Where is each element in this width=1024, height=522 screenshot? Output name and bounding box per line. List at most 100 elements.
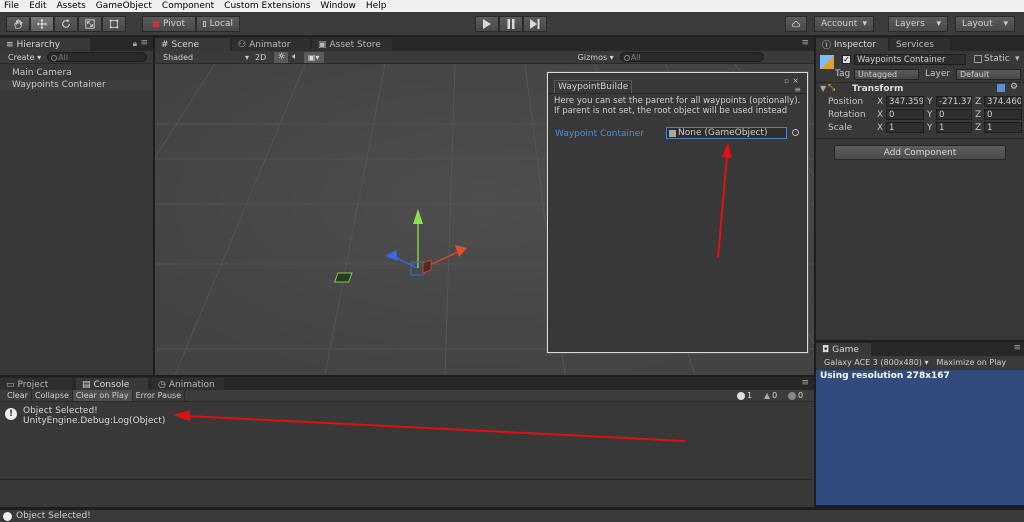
menu-icon[interactable]: ≡ — [140, 38, 148, 48]
menu-icon[interactable]: ≡ — [801, 38, 809, 48]
maximize-on-play-toggle[interactable]: Maximize on Play — [936, 358, 1006, 367]
local-toggle[interactable]: Local — [196, 16, 240, 32]
scale-y-value: 1 — [939, 122, 945, 133]
2d-toggle[interactable]: 2D — [255, 53, 266, 62]
gear-icon[interactable]: ⚙ — [1010, 82, 1018, 92]
info-count-toggle[interactable]: 1 — [737, 391, 752, 400]
static-label: Static — [984, 54, 1010, 64]
waypoint-tab-divider — [548, 93, 807, 94]
status-message[interactable]: Object Selected! — [16, 511, 91, 521]
tab-inspector[interactable]: ⓘ Inspector — [816, 38, 888, 51]
rotate-tool-button[interactable] — [54, 16, 78, 32]
menu-icon[interactable]: ≡ — [1013, 343, 1021, 353]
clear-button[interactable]: Clear — [0, 390, 32, 401]
axis-x-label: X — [877, 97, 884, 107]
object-name-input[interactable]: Waypoints Container — [854, 54, 966, 65]
waypoint-builder-title: WaypointBuilde — [558, 82, 629, 92]
tab-scene[interactable]: # Scene — [155, 38, 230, 51]
menu-file[interactable]: File — [4, 1, 19, 11]
pause-button[interactable] — [499, 16, 523, 32]
effects-dropdown[interactable]: ▣▾ — [303, 51, 324, 63]
rect-tool-button[interactable] — [102, 16, 126, 32]
play-button[interactable] — [475, 16, 499, 32]
active-checkbox[interactable]: ✓ — [842, 55, 851, 64]
tab-animator[interactable]: ⚇ Animator — [232, 38, 310, 51]
tab-services[interactable]: Services — [890, 38, 950, 51]
warning-count-toggle[interactable]: ▲ 0 — [764, 391, 777, 400]
error-pause-button[interactable]: Error Pause — [133, 390, 186, 401]
error-count-toggle[interactable]: 0 — [788, 391, 803, 400]
tab-hierarchy[interactable]: ≡ Hierarchy — [0, 38, 90, 51]
menu-assets[interactable]: Assets — [57, 1, 86, 11]
rotation-x-input[interactable]: 0 — [886, 109, 924, 120]
object-picker-icon[interactable] — [792, 129, 799, 136]
menu-help[interactable]: Help — [366, 1, 387, 11]
layer-value: Default — [960, 70, 990, 79]
menu-gameobject[interactable]: GameObject — [96, 1, 152, 11]
position-x-input[interactable]: 347.359 — [886, 96, 924, 107]
layout-dropdown-group: Layout ▾ — [955, 16, 1015, 32]
info-count: 1 — [747, 391, 753, 400]
collapse-button[interactable]: Collapse — [32, 390, 73, 401]
menu-component[interactable]: Component — [162, 1, 214, 11]
menu-icon[interactable]: ≡ — [801, 378, 809, 388]
pivot-toggle[interactable]: Pivot — [142, 16, 196, 32]
rotation-y-input[interactable]: 0 — [936, 109, 972, 120]
console-log-entry[interactable]: ! Object Selected! UnityEngine.Debug:Log… — [0, 404, 814, 428]
help-book-icon[interactable] — [997, 84, 1005, 92]
inspector-tabbar: ⓘ Inspector Services — [816, 37, 1024, 51]
game-view[interactable]: Using resolution 278x167 — [816, 370, 1024, 505]
hierarchy-search-input[interactable]: All — [47, 52, 148, 62]
gizmos-dropdown[interactable]: Gizmos ▾ — [578, 53, 614, 62]
clear-on-play-button[interactable]: Clear on Play — [72, 390, 133, 401]
close-icon[interactable]: × — [792, 76, 799, 85]
layer-dropdown[interactable]: Default — [956, 69, 1021, 80]
rotation-z-input[interactable]: 0 — [984, 109, 1022, 120]
warning-count: 0 — [772, 391, 778, 400]
cloud-button[interactable] — [785, 16, 807, 32]
scale-y-input[interactable]: 1 — [936, 122, 972, 133]
menu-custom-extensions[interactable]: Custom Extensions — [224, 1, 310, 11]
scale-z-input[interactable]: 1 — [984, 122, 1022, 133]
hand-tool-button[interactable] — [6, 16, 30, 32]
waypoint-builder-tab[interactable]: WaypointBuilde — [554, 80, 633, 93]
audio-toggle-icon[interactable]: 🔈︎ — [292, 52, 297, 62]
hierarchy-tabbar: ≡ Hierarchy 🔒︎ ≡ — [0, 37, 153, 51]
step-button[interactable] — [523, 16, 547, 32]
console-splitter[interactable] — [0, 479, 814, 480]
tag-dropdown[interactable]: Untagged — [854, 69, 919, 80]
create-dropdown[interactable]: Create ▾ — [8, 53, 41, 62]
layout-dropdown[interactable]: Layout ▾ — [955, 16, 1015, 32]
scale-icon — [85, 19, 95, 29]
add-component-button[interactable]: Add Component — [834, 145, 1006, 160]
local-label: Local — [209, 19, 233, 29]
lighting-toggle-icon[interactable]: ☼ — [274, 51, 289, 63]
scene-search-input[interactable]: All — [619, 52, 764, 62]
foldout-arrow-icon[interactable]: ▼ — [820, 84, 826, 93]
move-tool-button[interactable] — [30, 16, 54, 32]
device-dropdown[interactable]: Galaxy ACE 3 (800x480) ▾ — [824, 358, 928, 367]
account-dropdown[interactable]: Account ▾ — [814, 16, 874, 32]
hierarchy-item-waypoints-container[interactable]: Waypoints Container — [0, 80, 152, 90]
static-checkbox[interactable] — [974, 55, 982, 63]
waypoint-container-label: Waypoint Container — [555, 129, 644, 139]
shading-dropdown[interactable]: Shaded ▾ — [163, 53, 249, 62]
tab-game[interactable]: ◘ Game — [816, 343, 871, 356]
menu-edit[interactable]: Edit — [29, 1, 46, 11]
chevron-down-icon: ▾ — [924, 357, 929, 367]
hierarchy-item-main-camera[interactable]: Main Camera — [12, 68, 72, 78]
lock-icon[interactable]: 🔒︎ — [133, 39, 137, 49]
maximize-icon[interactable]: ▫ — [784, 77, 789, 85]
chevron-down-icon[interactable]: ▾ — [1015, 54, 1020, 64]
position-z-input[interactable]: 374.460 — [984, 96, 1022, 107]
scale-tool-button[interactable] — [78, 16, 102, 32]
animation-icon: ◷ — [158, 379, 166, 390]
chevron-down-icon: ▾ — [1003, 19, 1008, 29]
waypoint-container-field[interactable]: None (GameObject) — [666, 127, 787, 139]
position-y-input[interactable]: -271.37 — [936, 96, 972, 107]
scale-x-input[interactable]: 1 — [886, 122, 924, 133]
status-info-icon — [3, 511, 12, 521]
layers-dropdown[interactable]: Layers ▾ — [888, 16, 948, 32]
tab-asset-store[interactable]: ▣ Asset Store — [312, 38, 392, 51]
menu-window[interactable]: Window — [320, 1, 356, 11]
